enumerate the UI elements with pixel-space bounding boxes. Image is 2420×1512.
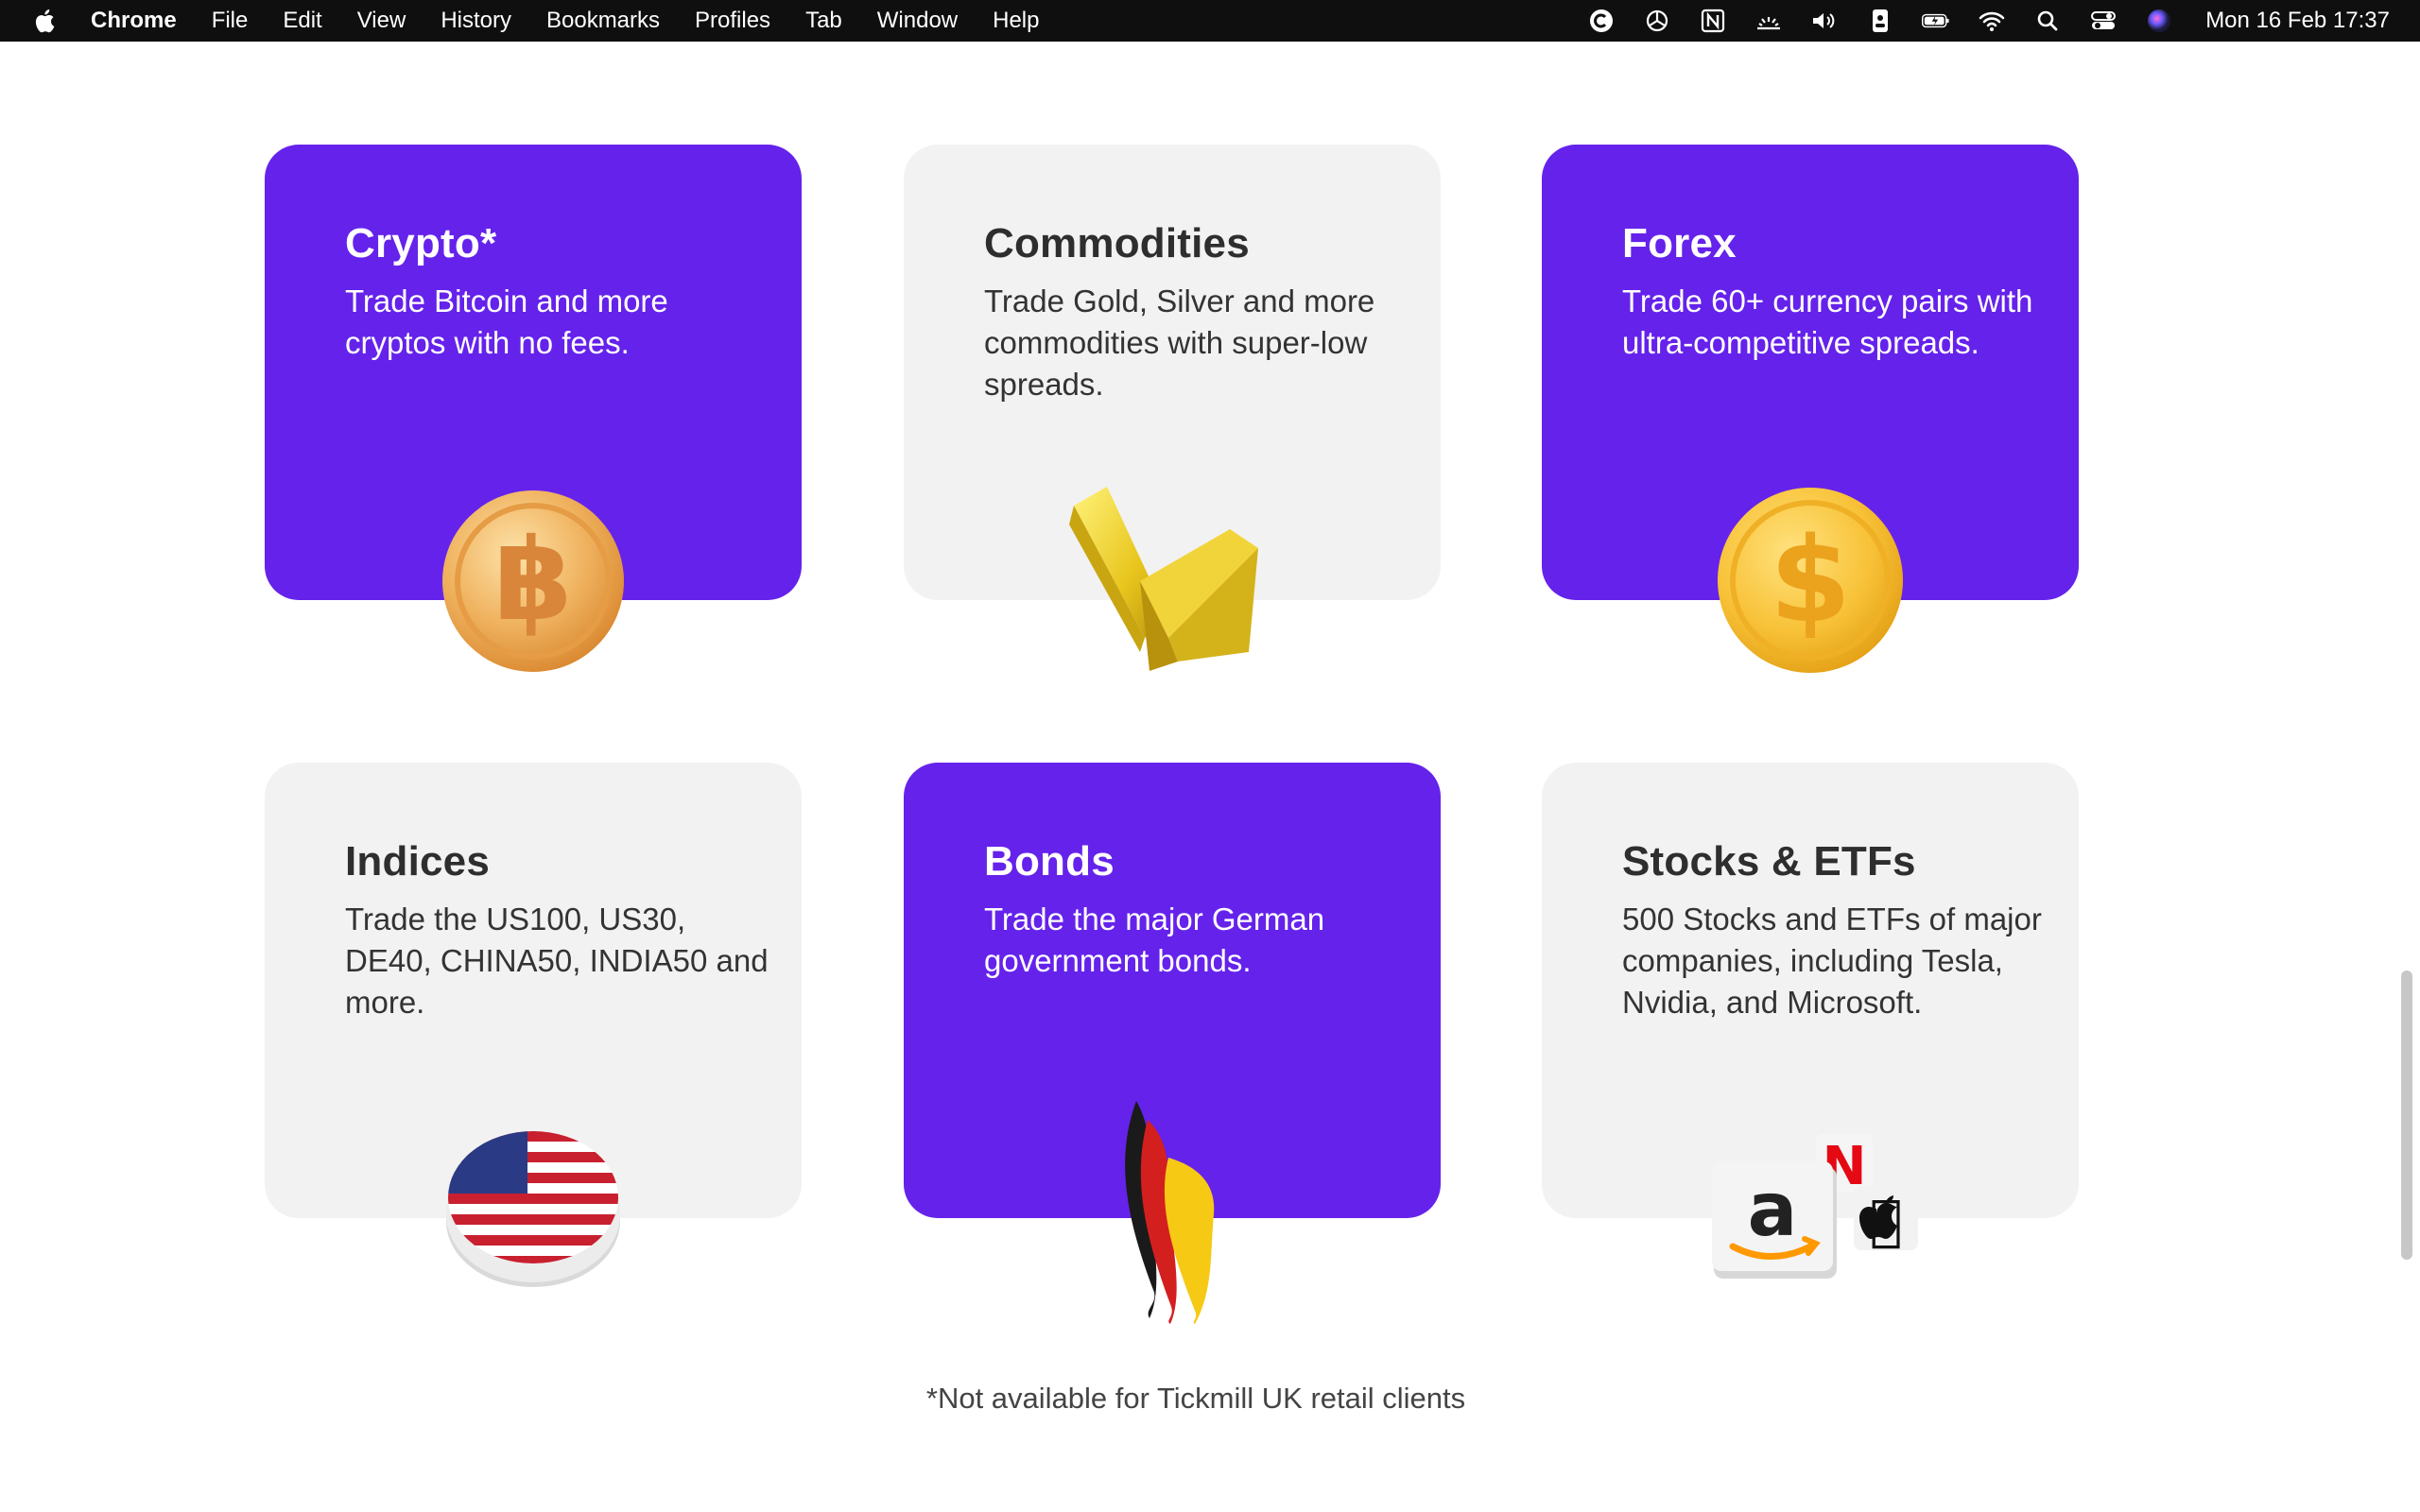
card-forex[interactable]: Forex Trade 60+ currency pairs with ultr… <box>1542 145 2079 673</box>
c-circle-icon[interactable] <box>1587 8 1616 34</box>
footnote: *Not available for Tickmill UK retail cl… <box>925 1382 1466 1415</box>
card-description: Trade Bitcoin and more cryptos with no f… <box>345 284 668 360</box>
svg-text:$: $ <box>1770 513 1851 649</box>
menu-bookmarks[interactable]: Bookmarks <box>546 8 660 34</box>
menu-edit[interactable]: Edit <box>283 8 321 34</box>
menu-history[interactable]: History <box>441 8 511 34</box>
card-title: Crypto* <box>345 220 497 266</box>
notion-icon[interactable] <box>1699 8 1727 34</box>
stock-logos-icon: N  a <box>1712 1134 1918 1279</box>
card-crypto[interactable]: Crypto* Trade Bitcoin and more cryptos w… <box>265 145 802 672</box>
card-description: Trade Gold, Silver and more commodities … <box>984 284 1375 402</box>
us-flag-button-icon <box>446 1131 620 1287</box>
openai-icon[interactable] <box>1643 8 1671 34</box>
brightness-icon[interactable] <box>1754 8 1783 34</box>
german-flag-ribbon-icon <box>1125 1101 1215 1324</box>
card-title: Bonds <box>984 838 1115 885</box>
card-title: Commodities <box>984 220 1250 266</box>
card-title: Indices <box>345 838 491 885</box>
dollar-coin-icon: $ <box>1718 488 1903 673</box>
siri-icon[interactable] <box>2145 8 2173 34</box>
scrollbar-thumb[interactable] <box>2401 971 2412 1260</box>
menu-view[interactable]: View <box>357 8 406 34</box>
card-title: Forex <box>1622 220 1737 266</box>
menu-bar: Chrome File Edit View History Bookmarks … <box>0 0 2420 42</box>
page-content: Crypto* Trade Bitcoin and more cryptos w… <box>0 42 2420 1512</box>
gold-bars-icon <box>1069 487 1258 671</box>
volume-icon[interactable] <box>1810 8 1839 34</box>
search-icon[interactable] <box>2033 8 2062 34</box>
bitcoin-coin-icon: ฿ <box>442 490 624 672</box>
svg-text:฿: ฿ <box>493 515 573 646</box>
control-center-icon[interactable] <box>2089 8 2118 34</box>
card-description: 500 Stocks and ETFs of major companies, … <box>1622 902 2042 1020</box>
menu-file[interactable]: File <box>212 8 249 34</box>
svg-text:a: a <box>1748 1168 1798 1253</box>
card-bonds[interactable]: Bonds Trade the major German government … <box>904 763 1441 1324</box>
menu-profiles[interactable]: Profiles <box>695 8 770 34</box>
menu-clock[interactable]: Mon 16 Feb 17:37 <box>2205 8 2390 34</box>
card-indices[interactable]: Indices Trade the US100, US30, DE40, CHI… <box>265 763 802 1287</box>
menu-tab[interactable]: Tab <box>805 8 842 34</box>
menu-app-name[interactable]: Chrome <box>91 8 177 34</box>
card-commodities[interactable]: Commodities Trade Gold, Silver and more … <box>904 145 1441 671</box>
card-title: Stocks & ETFs <box>1622 838 1916 885</box>
card-description: Trade the US100, US30, DE40, CHINA50, IN… <box>345 902 769 1020</box>
apple-logo-icon[interactable] <box>34 9 55 33</box>
status-area: Mon 16 Feb 17:37 <box>1560 0 2390 42</box>
card-description: Trade the major German government bonds. <box>984 902 1325 978</box>
card-description: Trade 60+ currency pairs with ultra-comp… <box>1622 284 2033 360</box>
badge-icon[interactable] <box>1866 8 1894 34</box>
wifi-icon[interactable] <box>1978 8 2006 34</box>
battery-icon[interactable] <box>1922 8 1950 34</box>
card-stocks-etfs[interactable]: Stocks & ETFs 500 Stocks and ETFs of maj… <box>1542 763 2079 1279</box>
menu-window[interactable]: Window <box>877 8 958 34</box>
menu-help[interactable]: Help <box>993 8 1039 34</box>
